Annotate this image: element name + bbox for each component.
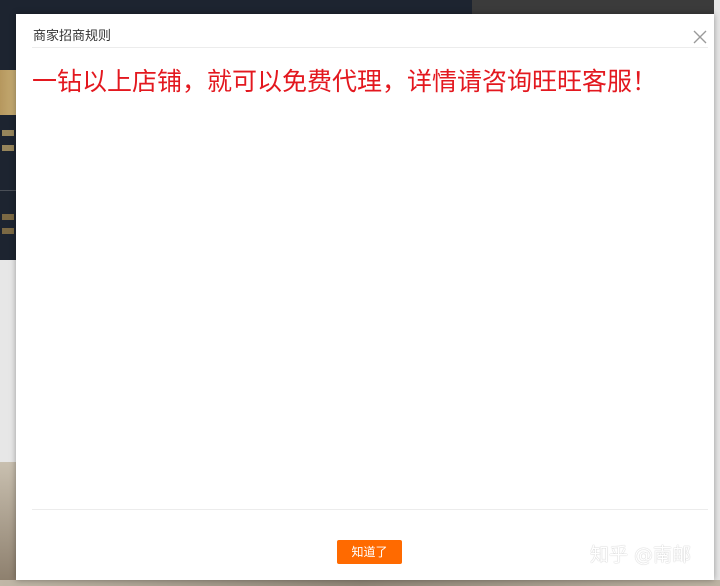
page: 商家招商规则 一钻以上店铺，就可以免费代理，详情请咨询旺旺客服！ 知道了 知乎 …: [0, 0, 720, 586]
background-divider: [0, 190, 16, 191]
merchant-rules-dialog: 商家招商规则 一钻以上店铺，就可以免费代理，详情请咨询旺旺客服！ 知道了: [16, 14, 714, 580]
background-right-strip: [714, 0, 720, 586]
background-text-fragment: [2, 145, 14, 151]
close-icon: [693, 30, 707, 44]
notice-text: 一钻以上店铺，就可以免费代理，详情请咨询旺旺客服！: [32, 67, 658, 96]
background-thumbnail: [0, 462, 16, 586]
footer-divider: [32, 509, 708, 510]
dialog-title: 商家招商规则: [33, 29, 112, 44]
got-it-button[interactable]: 知道了: [337, 540, 402, 564]
background-text-fragment: [2, 228, 14, 234]
background-top-bar: [472, 0, 720, 14]
background-bottom-strip: [0, 580, 720, 586]
background-gold-mark: [0, 70, 16, 115]
header-divider: [32, 47, 708, 48]
close-button[interactable]: [692, 29, 708, 45]
background-text-fragment: [2, 214, 14, 220]
background-left-strip: [0, 0, 16, 586]
dialog-body: 一钻以上店铺，就可以免费代理，详情请咨询旺旺客服！: [32, 68, 682, 508]
background-text-fragment: [2, 130, 14, 136]
dialog-header: 商家招商规则: [16, 14, 714, 48]
